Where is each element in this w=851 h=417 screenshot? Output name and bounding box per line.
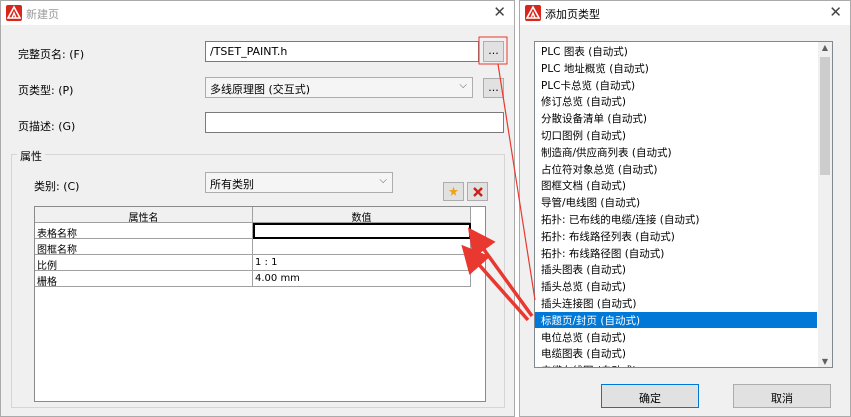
property-name-cell: 栅格 — [35, 271, 253, 287]
title-bar: 新建页 ✕ — [1, 1, 514, 25]
chevron-down-icon: ⌵ — [379, 175, 387, 186]
list-item[interactable]: 拓扑: 布线路径图 (自动式) — [539, 245, 817, 261]
list-item[interactable]: 修订总览 (自动式) — [539, 93, 817, 109]
dialog-title: 新建页 — [26, 8, 59, 21]
new-page-dialog: 新建页 ✕ 完整页名: (F) /TSET_PAINT.h ... 页类型: (… — [0, 0, 515, 417]
page-type-list[interactable]: 电缆布线图 (自动式)电缆图表 (自动式)电位总览 (自动式)标题页/封页 (自… — [534, 41, 833, 368]
scrollbar-thumb[interactable] — [820, 57, 830, 175]
property-value-cell[interactable] — [253, 223, 471, 239]
list-item[interactable]: 标题页/封页 (自动式) — [535, 311, 817, 328]
cancel-button[interactable]: 取消 — [733, 384, 831, 408]
properties-group-title: 属性 — [17, 148, 45, 164]
column-header-value: 数值 — [253, 207, 471, 223]
add-page-type-dialog: 添加页类型 ✕ 电缆布线图 (自动式)电缆图表 (自动式)电位总览 (自动式)标… — [519, 0, 851, 417]
list-item[interactable]: 拓扑: 布线路径列表 (自动式) — [539, 228, 817, 244]
list-item[interactable]: 分散设备清单 (自动式) — [539, 110, 817, 126]
property-table: 属性名 数值 表格名称 图框名称 比例 1 : 1 栅格 4.00 mm — [34, 206, 486, 402]
category-select[interactable]: 所有类别 ⌵ — [205, 172, 393, 193]
column-header-property-name: 属性名 — [35, 207, 253, 223]
table-row[interactable]: 图框名称 — [35, 239, 471, 255]
star-new-icon — [448, 186, 459, 196]
list-item[interactable]: PLC卡总览 (自动式) — [539, 77, 817, 93]
full-page-name-label: 完整页名: (F) — [18, 48, 85, 61]
title-bar: 添加页类型 ✕ — [520, 1, 850, 25]
property-value-cell[interactable] — [253, 239, 471, 255]
list-item[interactable]: 切口图例 (自动式) — [539, 127, 817, 143]
full-page-name-field[interactable]: /TSET_PAINT.h — [205, 41, 479, 62]
list-item[interactable]: 拓扑: 已布线的电缆/连接 (自动式) — [539, 211, 817, 227]
vertical-scrollbar[interactable]: ▲ ▼ — [818, 42, 832, 367]
delete-property-button[interactable] — [467, 182, 488, 201]
dialog-title: 添加页类型 — [545, 8, 600, 21]
new-property-button[interactable] — [443, 182, 464, 201]
table-header-row: 属性名 数值 — [35, 207, 471, 223]
close-icon[interactable]: ✕ — [829, 3, 842, 21]
list-item[interactable]: 图框文档 (自动式) — [539, 177, 817, 193]
table-row[interactable]: 栅格 4.00 mm — [35, 271, 471, 287]
list-item[interactable]: 制造商/供应商列表 (自动式) — [539, 144, 817, 160]
page-description-field[interactable] — [205, 112, 504, 133]
app-logo-icon — [6, 5, 22, 21]
table-row[interactable]: 表格名称 — [35, 223, 471, 239]
ok-button[interactable]: 确定 — [601, 384, 699, 408]
list-item[interactable]: PLC 图表 (自动式) — [539, 43, 817, 59]
scroll-up-icon[interactable]: ▲ — [820, 43, 830, 52]
close-icon[interactable]: ✕ — [493, 3, 506, 21]
property-name-cell: 比例 — [35, 255, 253, 271]
page-type-label: 页类型: (P) — [18, 84, 74, 97]
list-item[interactable]: 导管/电线图 (自动式) — [539, 194, 817, 210]
scroll-down-icon[interactable]: ▼ — [820, 357, 830, 366]
category-label: 类别: (C) — [34, 180, 80, 193]
property-value-cell[interactable]: 4.00 mm — [253, 271, 471, 287]
chevron-down-icon: ⌵ — [459, 80, 467, 91]
list-item[interactable]: 电缆布线图 (自动式) — [539, 362, 817, 367]
browse-page-name-button[interactable]: ... — [483, 41, 504, 62]
page-description-label: 页描述: (G) — [18, 120, 76, 133]
page-type-selected-value: 多线原理图 (交互式) — [210, 83, 311, 96]
list-item[interactable]: 插头总览 (自动式) — [539, 278, 817, 294]
table-row[interactable]: 比例 1 : 1 — [35, 255, 471, 271]
list-item[interactable]: 占位符对象总览 (自动式) — [539, 161, 817, 177]
list-item[interactable]: 插头连接图 (自动式) — [539, 295, 817, 311]
app-logo-icon — [525, 5, 541, 21]
property-name-cell: 表格名称 — [35, 223, 253, 239]
category-selected-value: 所有类别 — [210, 178, 254, 191]
list-item[interactable]: 电位总览 (自动式) — [539, 329, 817, 345]
delete-x-icon — [472, 187, 483, 197]
list-item[interactable]: 插头图表 (自动式) — [539, 261, 817, 277]
list-item[interactable]: 电缆图表 (自动式) — [539, 345, 817, 361]
browse-page-type-button[interactable]: ... — [483, 78, 504, 98]
property-name-cell: 图框名称 — [35, 239, 253, 255]
list-item[interactable]: PLC 地址概览 (自动式) — [539, 60, 817, 76]
page-type-select[interactable]: 多线原理图 (交互式) ⌵ — [205, 77, 473, 98]
property-value-cell[interactable]: 1 : 1 — [253, 255, 471, 271]
